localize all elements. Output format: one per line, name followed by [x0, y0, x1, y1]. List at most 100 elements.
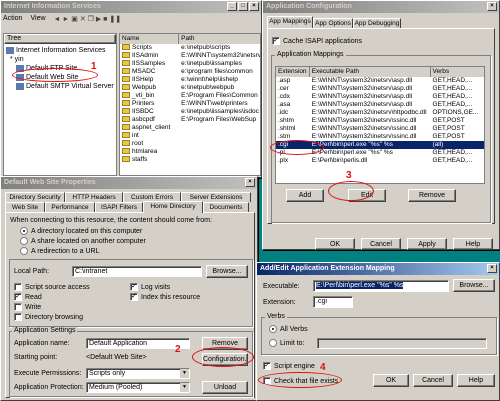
list-item[interactable]: htmlarea [120, 148, 260, 156]
mapping-extension: .shtm [278, 117, 294, 124]
list-item[interactable]: IISBDC e:\inetpub\iissamples\isdoc [120, 108, 260, 116]
list-item[interactable]: aspnet_client [120, 124, 260, 132]
list-item[interactable]: IISHelp e:\winnt\help\iishelp [120, 76, 260, 84]
radio-local-directory[interactable] [20, 227, 28, 235]
app-protection-value: Medium (Pooled) [89, 384, 143, 391]
local-path-field[interactable]: C:\intranet [72, 266, 202, 277]
list-item[interactable]: IISSamples e:\inetpub\iissamples [120, 60, 260, 68]
radio-network-share[interactable] [20, 237, 28, 245]
list-item[interactable]: staffs [120, 156, 260, 164]
list-item[interactable]: int [120, 132, 260, 140]
mapping-row[interactable]: .asa E:\WINNT\system32\inetsrv\asp.dll GET… [276, 101, 484, 109]
maximize-button[interactable]: □ [238, 2, 248, 11]
tree-smtp[interactable]: Default SMTP Virtual Server [16, 82, 114, 91]
close-button[interactable]: × [249, 2, 259, 11]
col-exec-path[interactable]: Executable Path [310, 67, 431, 77]
script-engine-checkbox[interactable]: ✓ [263, 362, 271, 370]
help-button[interactable]: Help [457, 374, 495, 387]
annotation-number-2: 2 [175, 344, 181, 355]
mapping-row[interactable]: .idc E:\WINNT\system32\inetsrv\httpodbc.d… [276, 109, 484, 117]
radio-redirect-url[interactable] [20, 247, 28, 255]
mappings-list[interactable]: Extension Executable Path Verbs .asp E:\W… [275, 66, 485, 184]
executable-value: E:\Perl\bin\perl.exe "%s" %s [316, 282, 404, 289]
mapping-exec-path: E:\WINNT\system32\inetsrv\ssinc.dll [311, 117, 417, 124]
execute-permissions-select[interactable]: Scripts only ▼ [86, 368, 190, 379]
tab-web-site[interactable]: Web Site [5, 202, 45, 212]
write-checkbox[interactable] [14, 303, 22, 311]
close-button[interactable]: × [245, 178, 255, 187]
apply-button[interactable]: Apply [407, 238, 447, 250]
menu-action[interactable]: Action [3, 15, 22, 25]
log-visits-checkbox[interactable]: ✓ [130, 283, 138, 291]
tree-root[interactable]: Internet Information Services [6, 46, 106, 55]
tree-server[interactable]: * yin [10, 55, 24, 64]
dir-browsing-checkbox[interactable] [14, 313, 22, 321]
cache-isapi-checkbox[interactable]: ✓ [272, 37, 280, 45]
mapping-row[interactable]: .plx E:\Perl\bin\perlis.dll GET,HEAD,... [276, 157, 484, 165]
tab-directory-security[interactable]: Directory Security [5, 192, 65, 202]
col-verbs[interactable]: Verbs [431, 67, 484, 77]
unload-button[interactable]: Unload [202, 381, 248, 394]
list-item[interactable]: Scripts e:\inetpub\scripts [120, 44, 260, 52]
app-protection-select[interactable]: Medium (Pooled) ▼ [86, 382, 190, 393]
add-button[interactable]: Add [286, 189, 324, 202]
tree-pane[interactable]: Tree Internet Information Services * yin… [3, 33, 117, 176]
close-button[interactable]: × [487, 264, 497, 273]
tab-documents[interactable]: Documents [203, 202, 249, 212]
col-extension[interactable]: Extension [276, 67, 310, 77]
mapping-row[interactable]: .shtm E:\WINNT\system32\inetsrv\ssinc.dll… [276, 117, 484, 125]
mapping-extension: .asa [278, 101, 291, 108]
tab-http-headers[interactable]: HTTP Headers [65, 192, 123, 202]
browse-exe-button[interactable]: Browse... [453, 279, 495, 292]
cancel-button[interactable]: Cancel [361, 238, 401, 250]
remove-button[interactable]: Remove [408, 189, 456, 202]
index-resource-checkbox[interactable]: ✓ [130, 293, 138, 301]
tab-performance[interactable]: Performance [45, 202, 95, 212]
folder-icon [122, 108, 130, 115]
radio-all-verbs[interactable] [269, 325, 277, 333]
menu-view[interactable]: View [30, 15, 45, 25]
mapping-row[interactable]: .asp E:\WINNT\system32\inetsrv\asp.dll GET… [276, 77, 484, 85]
list-item[interactable]: Printers E:\WINNT\web\printers [120, 100, 260, 108]
close-button[interactable]: × [487, 2, 497, 11]
help-button[interactable]: Help [453, 238, 493, 250]
mapping-verbs: GET,HEAD,... [432, 93, 473, 100]
tab-app-options[interactable]: App Options [313, 18, 353, 28]
col-path[interactable]: Path [179, 34, 260, 44]
list-pane[interactable]: Name Path Scripts e:\inetpub\scripts IISAd… [119, 33, 261, 176]
list-item[interactable]: MSADC e:\program files\common [120, 68, 260, 76]
ok-button[interactable]: OK [315, 238, 355, 250]
ok-button[interactable]: OK [373, 374, 409, 387]
chevron-down-icon[interactable]: ▼ [180, 369, 189, 378]
tab-app-debugging[interactable]: App Debugging [353, 18, 401, 28]
cancel-button[interactable]: Cancel [413, 374, 453, 387]
tab-home-directory[interactable]: Home Directory [143, 201, 203, 213]
mapping-row[interactable]: .cer E:\WINNT\system32\inetsrv\asp.dll GET… [276, 85, 484, 93]
folder-icon [122, 52, 130, 59]
browse-button[interactable]: Browse... [206, 265, 248, 278]
dir-browsing-label: Directory browsing [25, 314, 83, 321]
list-item[interactable]: asbcpdf E:\Program Files\WebSup [120, 116, 260, 124]
list-item[interactable]: _vti_bin E:\Program Files\Common [120, 92, 260, 100]
radio-limit-to[interactable] [269, 339, 277, 347]
mapping-exec-path: E:\WINNT\system32\inetsrv\ssinc.dll [311, 133, 417, 140]
starting-point-value: <Default Web Site> [86, 354, 147, 361]
mapping-row[interactable]: .cdx E:\WINNT\system32\inetsrv\asp.dll GET… [276, 93, 484, 101]
item-path: e:\inetpub\iissamples [181, 60, 242, 67]
tab-app-mappings[interactable]: App Mappings [267, 16, 313, 28]
tab-isapi-filters[interactable]: ISAPI Filters [95, 202, 143, 212]
item-name: root [132, 140, 144, 147]
read-checkbox[interactable]: ✓ [14, 293, 22, 301]
minimize-button[interactable]: _ [227, 2, 237, 11]
col-name[interactable]: Name [120, 34, 180, 44]
executable-field[interactable]: E:\Perl\bin\perl.exe "%s" %s [313, 280, 449, 292]
limit-to-field[interactable] [317, 338, 487, 349]
chevron-down-icon[interactable]: ▼ [180, 383, 189, 392]
list-item[interactable]: IISAdmin E:\WINNT\system32\inetsrv [120, 52, 260, 60]
extension-field[interactable]: .cgi [313, 296, 353, 308]
script-source-checkbox[interactable] [14, 283, 22, 291]
mapping-row[interactable]: .shtml E:\WINNT\system32\inetsrv\ssinc.dl… [276, 125, 484, 133]
list-item[interactable]: Webpub e:\inetpub\webpub [120, 84, 260, 92]
folder-icon [122, 148, 130, 155]
list-item[interactable]: root [120, 140, 260, 148]
